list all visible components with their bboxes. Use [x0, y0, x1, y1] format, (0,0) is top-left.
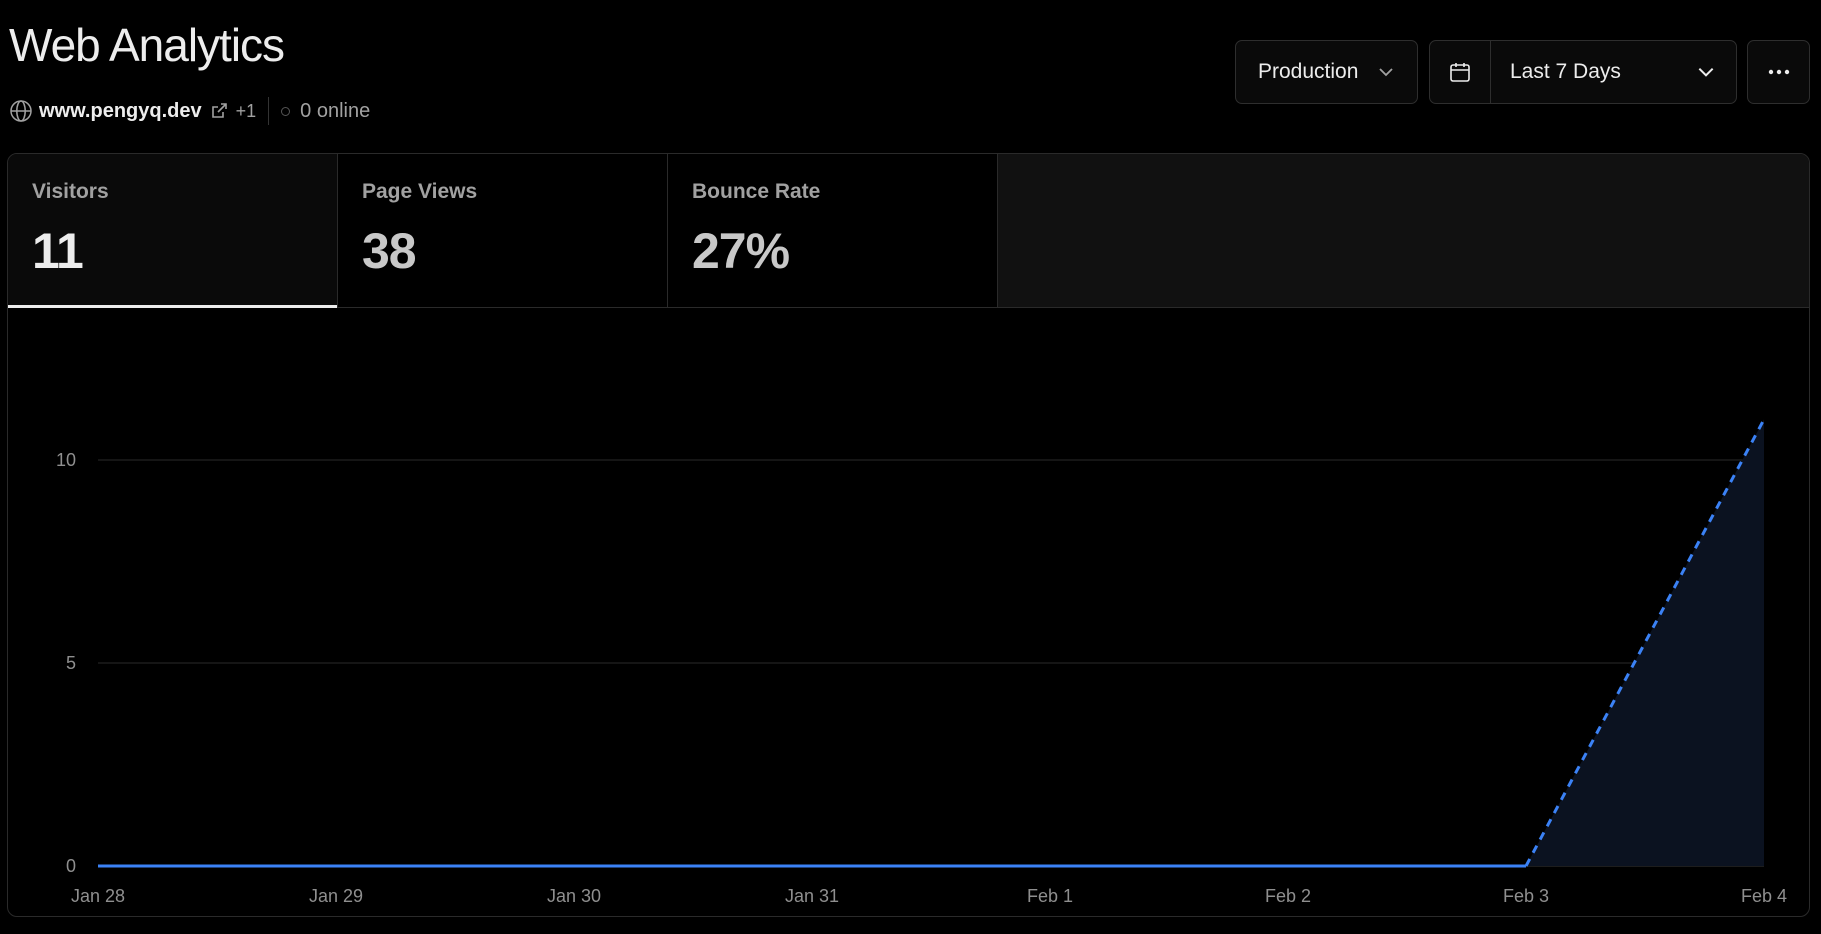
environment-select-label: Production	[1258, 60, 1359, 83]
y-tick-label: 0	[66, 856, 76, 876]
x-tick-label: Jan 30	[547, 886, 601, 906]
extra-domains-count[interactable]: +1	[236, 101, 257, 122]
x-tick-label: Feb 1	[1027, 886, 1073, 906]
x-tick-label: Jan 31	[785, 886, 839, 906]
x-tick-label: Feb 4	[1741, 886, 1787, 906]
external-link-icon[interactable]	[210, 102, 228, 120]
y-tick-label: 10	[56, 450, 76, 470]
page: Web Analytics www.pengyq.dev +1 0 online…	[0, 0, 1821, 934]
metric-value: 27%	[692, 223, 790, 279]
tabs-filler	[998, 154, 1809, 307]
page-title: Web Analytics	[9, 19, 285, 71]
metric-value: 38	[362, 223, 417, 279]
y-tick-label: 5	[66, 653, 76, 673]
metric-label: Visitors	[32, 180, 109, 203]
x-tick-label: Jan 28	[71, 886, 125, 906]
metric-label: Page Views	[362, 180, 478, 203]
metric-tabs: Visitors 11 Page Views 38 Bounce Rate 27…	[8, 154, 1809, 308]
tab-bounce-rate[interactable]: Bounce Rate 27%	[668, 154, 998, 307]
date-range-select[interactable]: Last 7 Days	[1429, 40, 1737, 104]
project-meta: www.pengyq.dev +1 0 online	[9, 97, 371, 125]
metric-label: Bounce Rate	[692, 180, 821, 203]
online-count: 0 online	[300, 99, 371, 122]
more-horizontal-icon	[1767, 68, 1791, 76]
x-tick-label: Feb 3	[1503, 886, 1549, 906]
visitors-chart: 0 5 10 Jan 28 Jan 29 Jan 30 Jan 31 Feb 1 Feb 2 Fe…	[8, 308, 1809, 916]
chevron-down-icon	[1696, 62, 1716, 82]
environment-select[interactable]: Production	[1235, 40, 1418, 104]
x-tick-label: Feb 2	[1265, 886, 1311, 906]
metric-value: 11	[32, 223, 84, 279]
date-range-label: Last 7 Days	[1510, 60, 1621, 83]
status-dot-icon	[281, 106, 291, 116]
divider	[268, 97, 270, 125]
x-tick-label: Jan 29	[309, 886, 363, 906]
tab-visitors[interactable]: Visitors 11	[8, 154, 338, 308]
more-options-button[interactable]	[1747, 40, 1810, 104]
domain-link[interactable]: www.pengyq.dev	[39, 100, 202, 123]
calendar-icon[interactable]	[1430, 41, 1491, 103]
chevron-down-icon	[1377, 63, 1395, 81]
globe-icon	[9, 99, 33, 123]
analytics-card: Visitors 11 Page Views 38 Bounce Rate 27…	[7, 153, 1810, 917]
chart-svg: 0 5 10 Jan 28 Jan 29 Jan 30 Jan 31 Feb 1 Feb 2 Fe…	[56, 418, 1787, 906]
tab-page-views[interactable]: Page Views 38	[338, 154, 668, 307]
